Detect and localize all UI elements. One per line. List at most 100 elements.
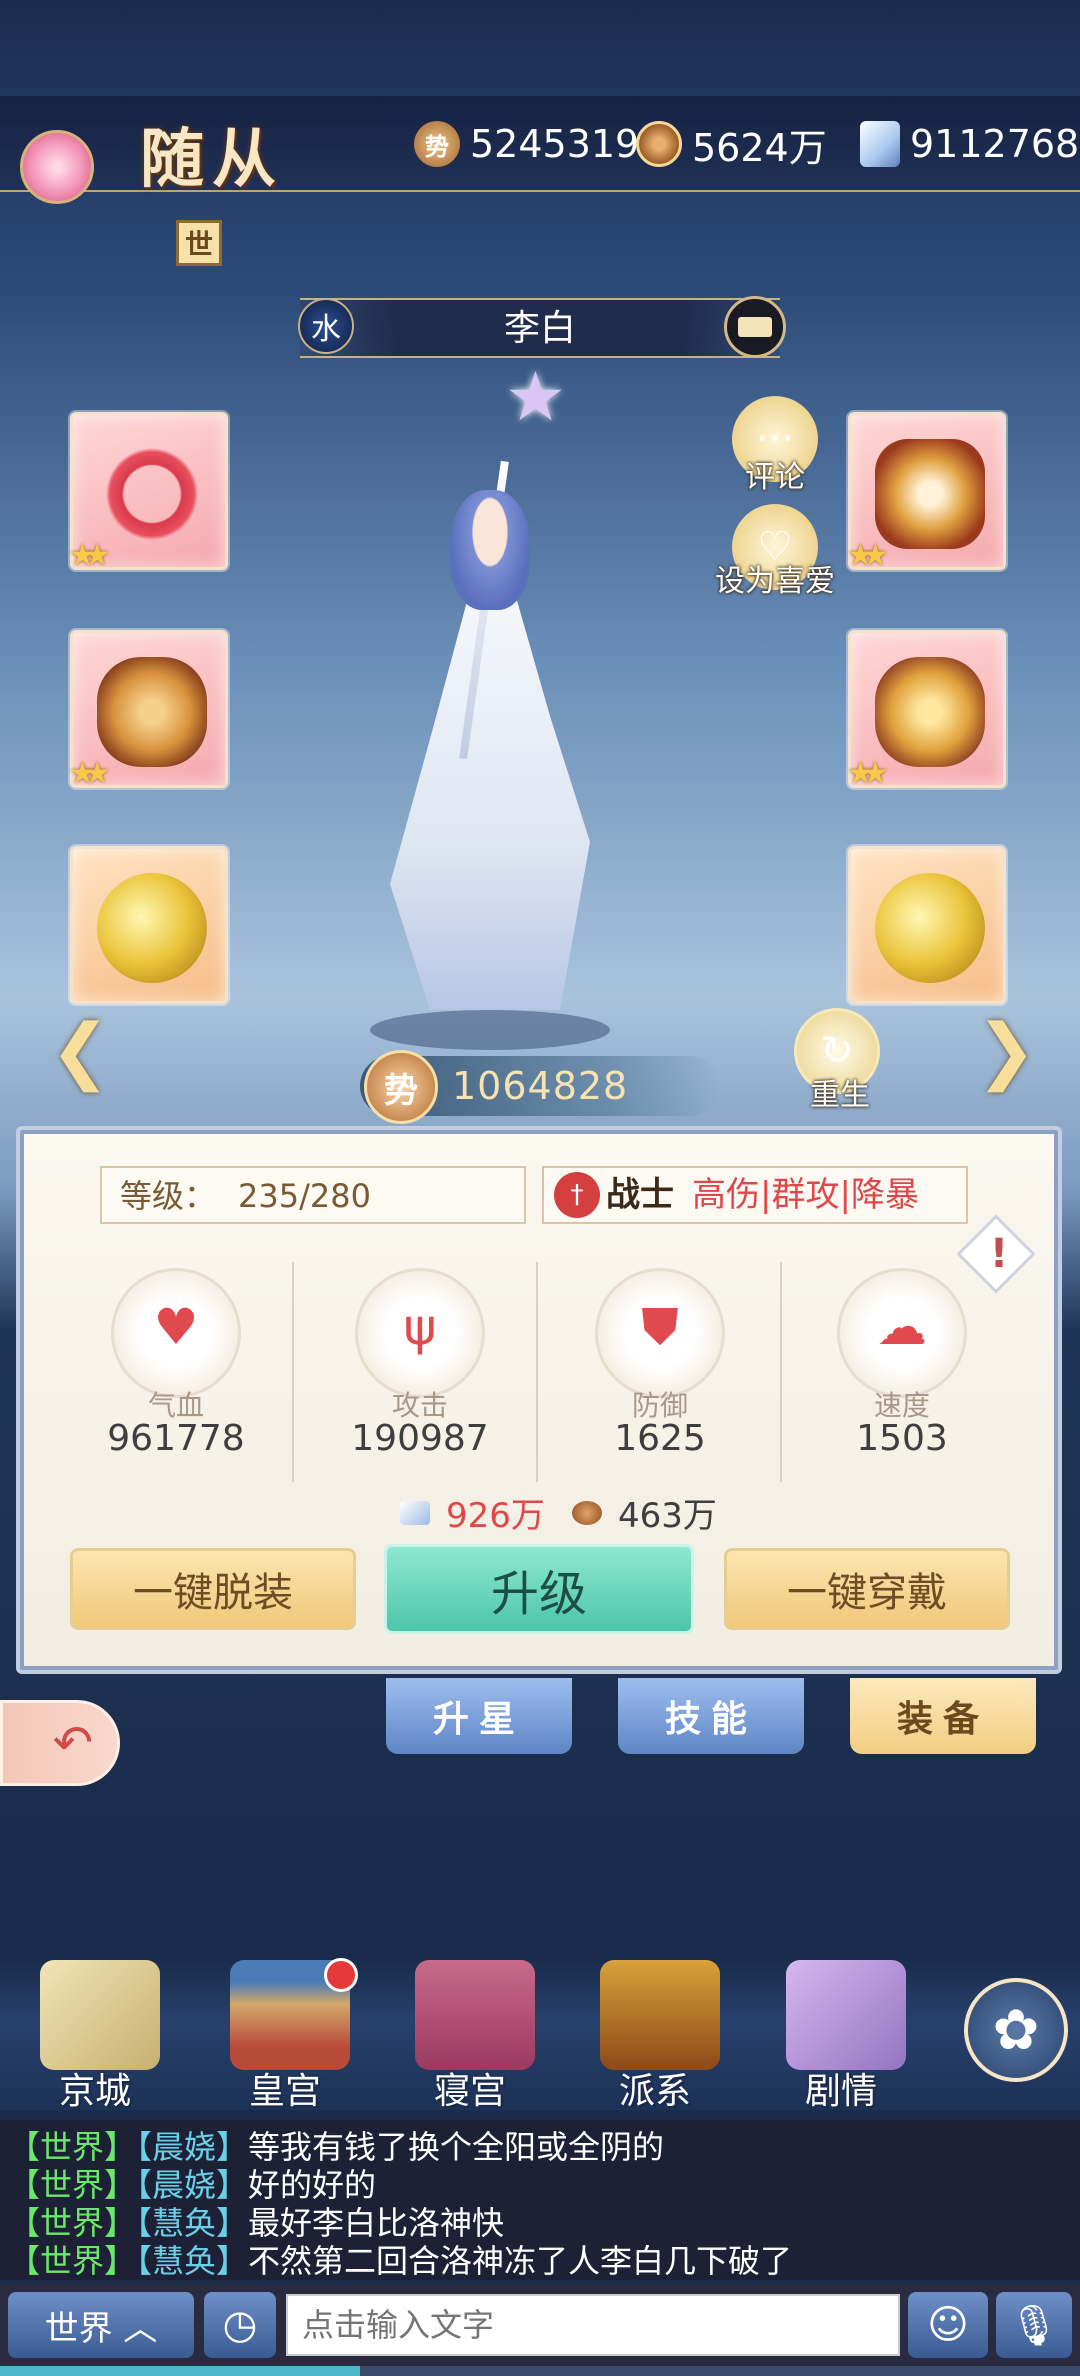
character-name: 李白 [503,308,576,349]
next-arrow-icon[interactable]: ❯ [976,1010,1036,1090]
book-icon [400,1500,430,1525]
coin-icon [636,121,682,167]
character-power: 1064828 [452,1064,629,1108]
page-title: 随从 [140,122,284,197]
nav-label: 剧情 [804,2071,877,2112]
equipment-slot-6[interactable] [848,846,1006,1004]
sword-icon: † [554,1172,600,1218]
back-button[interactable]: ↶ [0,1700,120,1786]
class-tags: 高伤|群攻|降暴 [692,1175,919,1215]
slot-stars: ★★ [847,538,889,573]
rebirth-label: 重生 [810,1078,870,1113]
progress-fill [0,2366,360,2376]
nav-story[interactable]: 剧情 [766,1960,916,2112]
lotus-icon [20,130,94,204]
character-robe [390,590,590,1010]
tab-equipment[interactable]: 装备 [850,1678,1036,1754]
stat-divider [292,1262,294,1482]
chat-message: 【世界】【晨娆】等我有钱了换个全阳或全阴的 [8,2128,1068,2166]
power-resource-value: 5245319 [470,122,640,166]
stat-hp: ♥ 气血 961778 [86,1268,266,1468]
chat-user[interactable]: 【晨娆】 [136,2128,248,2166]
book-resource-value: 9112768 [910,122,1080,166]
stat-divider [536,1262,538,1482]
stat-attack: ψ 攻击 190987 [330,1268,510,1468]
flower-icon: ✿ [992,1997,1040,2063]
equipment-slot-2[interactable]: ★★ [847,412,1006,573]
stat-value: 1625 [614,1418,706,1459]
chat-text: 最好李白比洛神快 [248,2204,505,2242]
nav-capital[interactable]: 京城 [20,1960,170,2112]
nav-faction[interactable]: 派系 [580,1960,730,2112]
voice-button[interactable]: 🎙 [996,2292,1072,2358]
bracelet-icon [97,439,207,549]
stat-defense: ⛊ 防御 1625 [570,1268,750,1468]
equipment-slot-1[interactable]: ★★ [69,412,228,573]
chat-channel: 【世界】 [8,2204,137,2242]
equipment-slot-3[interactable]: ★★ [69,630,228,791]
clock-icon: ◷ [222,2302,258,2348]
power-resource: 势 5245319 [414,118,639,170]
chat-message: 【世界】【慧奂】不然第二回合洛神冻了人李白几下破了 [8,2242,1068,2280]
rebirth-icon: ↻ [820,1028,854,1074]
equipment-slot-5[interactable] [70,846,228,1004]
chat-text: 等我有钱了换个全阳或全阴的 [248,2128,665,2166]
upgrade-cost-books: 926万 [400,1488,545,1537]
prev-arrow-icon[interactable]: ❮ [50,1010,110,1090]
chat-channel: 【世界】 [8,2242,137,2280]
stat-value: 190987 [351,1418,489,1459]
tab-star-up[interactable]: 升星 [386,1678,572,1754]
chat-input[interactable] [286,2294,900,2356]
world-badge[interactable]: 世 [176,220,222,266]
chat-channel: 【世界】 [8,2128,137,2166]
equip-all-button[interactable]: 一键穿戴 [724,1548,1010,1630]
class-name: 战士 [606,1175,674,1215]
chat-user[interactable]: 【慧奂】 [136,2242,248,2280]
tab-skill[interactable]: 技能 [618,1678,804,1754]
nav-label: 京城 [58,2071,131,2112]
cost-books-value: 926万 [446,1496,545,1536]
armor-icon [875,439,985,549]
chat-channel-button[interactable]: 世界 ︿ [8,2292,194,2358]
beast-mask-icon [875,657,985,767]
character-head [450,490,530,610]
trident-icon: ψ [403,1298,437,1356]
nav-label: 派系 [618,2071,691,2112]
stat-speed: ☁ 速度 1503 [812,1268,992,1468]
chat-message: 【世界】【慧奂】最好李白比洛神快 [8,2204,1068,2242]
character-shadow [370,1010,610,1050]
nav-chamber[interactable]: 寝宫 [395,1960,545,2112]
upgrade-button[interactable]: 升级 [384,1544,694,1634]
stat-value: 961778 [107,1418,245,1459]
shield-icon: ⛊ [641,1298,679,1356]
unequip-all-button[interactable]: 一键脱装 [70,1548,356,1630]
coin-resource-value: 5624万 [692,125,827,170]
map-icon [40,1960,160,2070]
comment-label: 评论 [745,460,805,495]
slot-stars: ★★ [69,538,111,573]
beast-ornament-icon [97,657,207,767]
jade-pendant-icon [875,873,985,983]
favorite-label: 设为喜爱 [715,564,835,599]
character-portrait[interactable] [320,460,660,1060]
upgrade-cost-coins: 463万 [572,1488,717,1537]
menu-button[interactable]: ✿ [964,1978,1068,2082]
nav-label: 皇宫 [248,2071,321,2112]
equipment-slot-4[interactable]: ★★ [847,630,1006,791]
emoji-button[interactable]: ☺ [908,2292,988,2358]
history-button[interactable]: ◷ [204,2292,276,2358]
stat-divider [780,1262,782,1482]
star-icon: ★ [505,358,566,437]
notification-dot [324,1958,358,1992]
element-badge: 水 [298,298,354,354]
slot-stars: ★★ [847,756,889,791]
chat-text: 不然第二回合洛神冻了人李白几下破了 [248,2242,793,2280]
card-icon[interactable] [724,296,786,358]
chat-channel: 【世界】 [8,2166,137,2204]
level-label: 等级： [120,1177,217,1215]
coin-icon [572,1500,602,1525]
chat-user[interactable]: 【晨娆】 [136,2166,248,2204]
cloud-icon: ☁ [877,1298,927,1356]
chat-user[interactable]: 【慧奂】 [136,2204,248,2242]
chat-message: 【世界】【晨娆】好的好的 [8,2166,1068,2204]
